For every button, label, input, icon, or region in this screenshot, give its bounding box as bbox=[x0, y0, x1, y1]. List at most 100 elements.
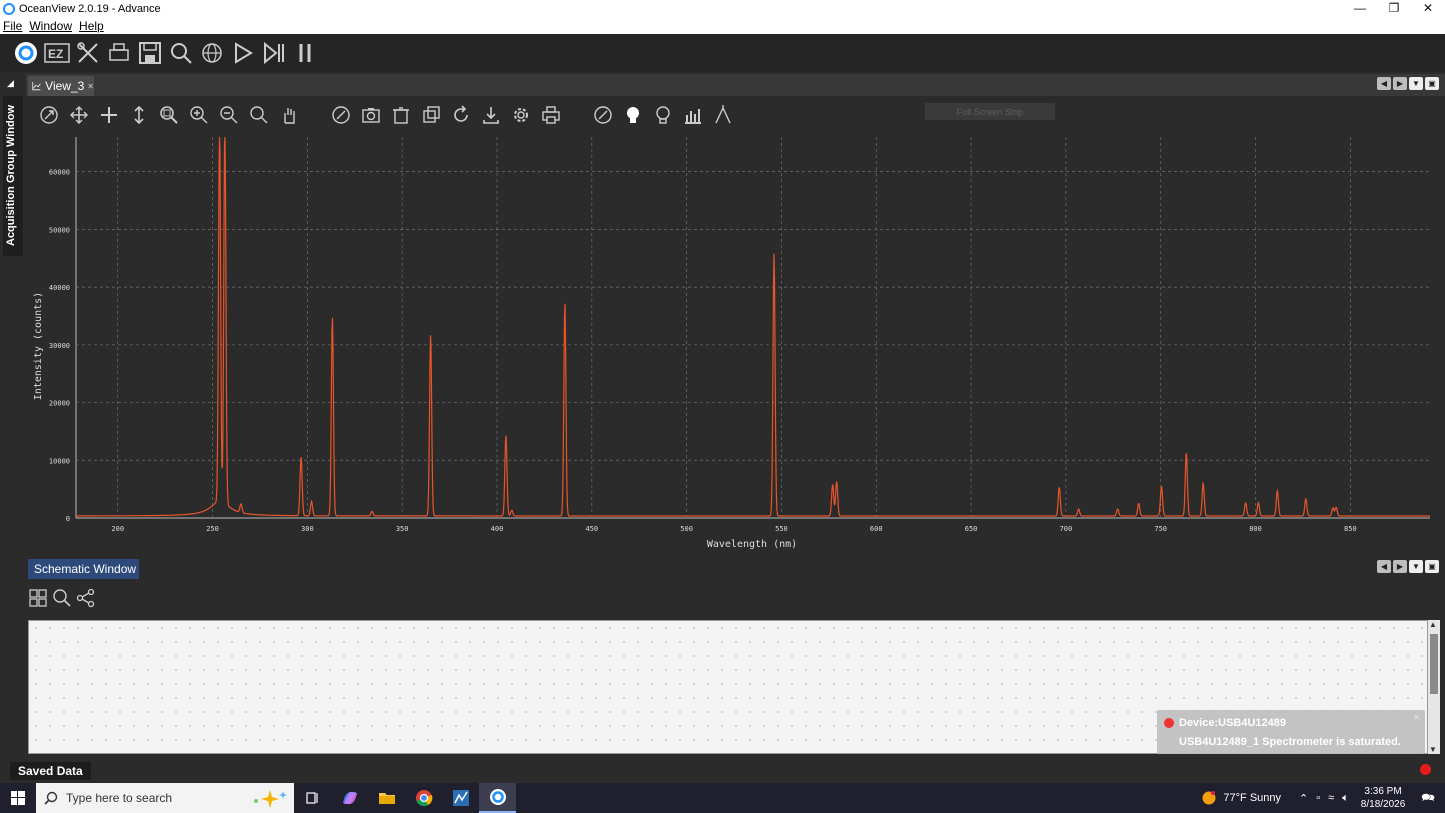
oceanview-task-button[interactable] bbox=[479, 783, 516, 813]
tools-icon bbox=[76, 42, 98, 63]
weather-text: 77°F Sunny bbox=[1223, 792, 1282, 804]
saved-data-button[interactable]: Saved Data bbox=[10, 762, 91, 780]
snapshot-button[interactable] bbox=[356, 100, 386, 130]
saturation-notification[interactable]: Device:USB4U12489 USB4U12489_1 Spectrome… bbox=[1157, 710, 1425, 754]
notifications-icon[interactable]: 🗪︎ bbox=[1421, 789, 1435, 808]
save-button[interactable] bbox=[134, 37, 165, 69]
oceanview-logo-icon bbox=[14, 42, 37, 64]
printer-icon bbox=[542, 106, 560, 124]
network-button[interactable] bbox=[196, 37, 227, 69]
zoom-box-button[interactable] bbox=[154, 100, 184, 130]
clear-overlays-button[interactable] bbox=[386, 100, 416, 130]
x-tick-label: 650 bbox=[965, 525, 978, 533]
bar-chart-button[interactable] bbox=[678, 100, 708, 130]
overlay-manager-button[interactable] bbox=[416, 100, 446, 130]
chrome-icon bbox=[415, 790, 432, 807]
schematic-left-button[interactable]: ◀ bbox=[1377, 560, 1391, 573]
grid-layout-icon[interactable] bbox=[28, 588, 48, 608]
export-button[interactable] bbox=[476, 100, 506, 130]
close-button[interactable]: ✕ bbox=[1411, 0, 1445, 17]
schematic-menu-button[interactable]: ▼ bbox=[1409, 560, 1423, 573]
zoom-out-button[interactable] bbox=[214, 100, 244, 130]
share-graph-icon[interactable] bbox=[76, 588, 96, 608]
pan-button[interactable] bbox=[64, 100, 94, 130]
properties-button[interactable] bbox=[506, 100, 536, 130]
pin-icon[interactable]: ◢ bbox=[7, 78, 17, 88]
clock-date: 8/18/2026 bbox=[1360, 799, 1406, 810]
copilot-button[interactable] bbox=[331, 783, 368, 813]
crosshair-button[interactable] bbox=[94, 100, 124, 130]
schematic-search-icon[interactable] bbox=[52, 588, 72, 608]
chrome-button[interactable] bbox=[405, 783, 442, 813]
notification-close-icon[interactable]: ✕ bbox=[1413, 713, 1420, 722]
new-project-button[interactable] bbox=[10, 37, 41, 69]
spectra-app-button[interactable] bbox=[442, 783, 479, 813]
file-explorer-button[interactable] bbox=[368, 783, 405, 813]
tools-button[interactable] bbox=[72, 37, 103, 69]
spectrum-trace bbox=[76, 136, 1430, 517]
x-tick-labels: 200 250 300 350 400 450 500 550 600 650 700 750 800 8… bbox=[111, 525, 1356, 533]
task-view-button[interactable] bbox=[294, 783, 331, 813]
magnifier-icon bbox=[250, 106, 268, 124]
close-tab-icon[interactable]: ✕ bbox=[87, 82, 94, 91]
vertical-pan-button[interactable] bbox=[124, 100, 154, 130]
pane-maximize-button[interactable]: ▣ bbox=[1425, 77, 1439, 90]
pane-left-button[interactable]: ◀ bbox=[1377, 77, 1391, 90]
menu-help[interactable]: Help bbox=[79, 19, 104, 33]
menu-window[interactable]: Window bbox=[29, 19, 72, 33]
sun-icon bbox=[1202, 791, 1216, 805]
zoom-in-icon bbox=[190, 106, 208, 124]
spectrum-chart-svg: 0 10000 20000 30000 40000 50000 60000 200 250 30… bbox=[33, 136, 1430, 550]
print-button[interactable] bbox=[536, 100, 566, 130]
peak-tool-button[interactable] bbox=[708, 100, 738, 130]
spectrum-chart[interactable]: 0 10000 20000 30000 40000 50000 60000 200 250 30… bbox=[26, 132, 1445, 556]
volume-icon[interactable]: 🔈︎ bbox=[1342, 792, 1349, 805]
refresh-icon bbox=[454, 105, 468, 122]
windows-logo-icon bbox=[11, 791, 25, 805]
scroll-up-icon[interactable]: ▲ bbox=[1429, 620, 1437, 629]
tab-schematic-window[interactable]: Schematic Window bbox=[28, 559, 139, 579]
single-step-button[interactable] bbox=[258, 37, 289, 69]
view-tab-label: View_3 bbox=[45, 79, 85, 93]
ez-wizard-button[interactable]: EZ bbox=[41, 37, 72, 69]
play-button[interactable] bbox=[227, 37, 258, 69]
peak-finder-button[interactable] bbox=[588, 100, 618, 130]
zoom-in-button[interactable] bbox=[184, 100, 214, 130]
pane-right-button[interactable]: ▶ bbox=[1393, 77, 1407, 90]
search-button[interactable] bbox=[165, 37, 196, 69]
lamp-off-button[interactable] bbox=[648, 100, 678, 130]
x-tick-label: 200 bbox=[111, 525, 124, 533]
device-icon[interactable]: ▫ bbox=[1316, 792, 1320, 804]
scroll-down-icon[interactable]: ▼ bbox=[1429, 745, 1437, 754]
pane-menu-button[interactable]: ▼ bbox=[1409, 77, 1423, 90]
clock[interactable]: 3:36 PM 8/18/2026 bbox=[1361, 785, 1406, 811]
pause-button[interactable] bbox=[289, 37, 320, 69]
scroll-thumb[interactable] bbox=[1430, 634, 1438, 694]
start-button[interactable] bbox=[0, 783, 36, 813]
taskbar-search-icon bbox=[44, 791, 58, 805]
taskbar-search[interactable]: Type here to search bbox=[36, 783, 294, 813]
acquisition-group-label: Acquisition Group Window bbox=[5, 104, 17, 246]
menu-file[interactable]: File bbox=[3, 19, 22, 33]
hand-tool-button[interactable] bbox=[274, 100, 304, 130]
schematic-scrollbar[interactable]: ▲ ▼ bbox=[1428, 620, 1440, 754]
acquisition-group-tab[interactable]: Acquisition Group Window bbox=[3, 96, 23, 256]
restore-button[interactable]: ❐ bbox=[1377, 0, 1411, 17]
network-icon[interactable]: ≈ bbox=[1328, 792, 1334, 804]
tab-view-3[interactable]: View_3 ✕ bbox=[28, 76, 94, 96]
autoscale-button[interactable] bbox=[34, 100, 64, 130]
schematic-right-button[interactable]: ▶ bbox=[1393, 560, 1407, 573]
zoom-out-icon bbox=[220, 106, 238, 124]
lamp-on-button[interactable] bbox=[618, 100, 648, 130]
view-pane: View_3 ✕ ◀ ▶ ▼ ▣ Full Screen Strip 0 100… bbox=[26, 74, 1445, 556]
print-main-button[interactable] bbox=[103, 37, 134, 69]
full-screen-strip-button[interactable]: Full Screen Strip bbox=[925, 103, 1055, 120]
weather-widget[interactable]: 77°F Sunny bbox=[1201, 790, 1281, 806]
rescale-button[interactable] bbox=[326, 100, 356, 130]
zoom-reset-button[interactable] bbox=[244, 100, 274, 130]
minimize-button[interactable]: — bbox=[1343, 0, 1377, 17]
refresh-button[interactable] bbox=[446, 100, 476, 130]
schematic-maximize-button[interactable]: ▣ bbox=[1425, 560, 1439, 573]
show-hidden-icons-icon[interactable]: ⌃ bbox=[1299, 792, 1308, 805]
y-tick-label: 50000 bbox=[49, 226, 70, 234]
